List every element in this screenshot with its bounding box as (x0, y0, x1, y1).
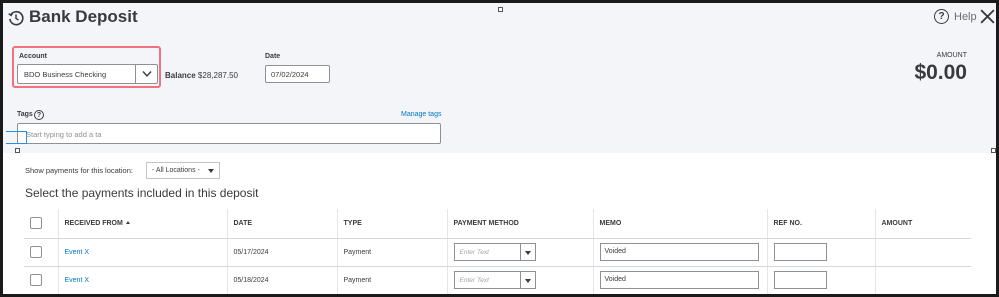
ref-no-input[interactable] (773, 271, 827, 289)
date-cell: 05/17/2024 (227, 238, 338, 267)
account-select[interactable]: BDO Business Checking (17, 64, 158, 84)
account-balance: Balance $28,287.50 (165, 71, 238, 80)
memo-input[interactable]: Voided (599, 243, 759, 261)
tags-input[interactable]: Start typing to add a ta (17, 123, 441, 144)
amount-cell (875, 238, 971, 267)
resize-handle-left[interactable] (15, 148, 20, 153)
history-icon[interactable] (7, 9, 25, 27)
help-circle-icon: ? (934, 9, 949, 24)
ref-no-cell (767, 238, 876, 267)
account-value: BDO Business Checking (24, 70, 107, 79)
type-cell: Payment (337, 266, 448, 294)
close-icon[interactable] (979, 8, 996, 25)
date-cell: 05/18/2024 (227, 266, 338, 294)
column-amount[interactable]: AMOUNT (875, 209, 971, 239)
select-divider (135, 65, 136, 83)
column-received-from[interactable]: RECEIVED FROM (58, 209, 228, 239)
dialog-title: Bank Deposit (29, 7, 138, 26)
caret-down-icon (208, 169, 214, 173)
help-button[interactable]: ? Help (934, 9, 977, 24)
table-header-row: RECEIVED FROM DATE TYPE PAYMENT METHOD M… (24, 209, 971, 239)
tags-placeholder: Start typing to add a ta (26, 130, 102, 139)
column-memo[interactable]: MEMO (593, 209, 768, 239)
date-label: Date (265, 53, 281, 60)
combo-divider (519, 244, 521, 260)
received-from-link[interactable]: Event X (65, 277, 90, 284)
column-label: RECEIVED FROM (64, 219, 123, 227)
payment-method-placeholder: Enter Text (459, 277, 489, 284)
payment-method-cell: Enter Text (447, 266, 594, 294)
tags-help-icon[interactable]: ? (34, 110, 44, 120)
payment-method-cell: Enter Text (447, 238, 594, 267)
resize-handle-top[interactable] (498, 7, 503, 12)
manage-tags-link[interactable]: Manage tags (401, 111, 441, 118)
select-all-cell (24, 209, 59, 239)
chevron-down-icon[interactable] (142, 70, 152, 78)
row-checkbox[interactable] (30, 246, 42, 258)
bank-deposit-dialog: Bank Deposit ? Help Account BDO Business… (0, 0, 999, 297)
row-checkbox-cell (24, 266, 59, 294)
help-label: Help (954, 10, 977, 23)
table-row: Event X 05/18/2024 Payment Enter Text Vo… (24, 266, 971, 294)
payments-table: RECEIVED FROM DATE TYPE PAYMENT METHOD M… (24, 209, 971, 294)
row-checkbox-cell (24, 238, 59, 267)
column-type[interactable]: TYPE (337, 209, 448, 239)
payment-method-placeholder: Enter Text (459, 249, 489, 256)
sort-up-icon (125, 221, 130, 225)
memo-cell: Voided (593, 238, 768, 267)
location-select[interactable]: - All Locations - (146, 162, 220, 179)
memo-cell: Voided (593, 266, 768, 294)
location-value: - All Locations - (152, 167, 200, 174)
amount-label: AMOUNT (936, 52, 967, 59)
select-all-checkbox[interactable] (30, 217, 42, 230)
selection-marker (6, 131, 27, 144)
amount-cell (875, 266, 971, 294)
payment-method-combo[interactable]: Enter Text (453, 271, 536, 289)
column-ref-no[interactable]: REF NO. (767, 209, 876, 239)
caret-down-icon[interactable] (524, 251, 531, 255)
received-from-link[interactable]: Event X (65, 249, 90, 256)
combo-divider (519, 272, 521, 288)
row-checkbox[interactable] (30, 274, 42, 286)
resize-handle-right[interactable] (991, 148, 996, 153)
tags-label: Tags (17, 111, 33, 118)
date-input[interactable]: 07/02/2024 (265, 65, 330, 83)
received-from-cell: Event X (58, 266, 228, 294)
column-payment-method[interactable]: PAYMENT METHOD (447, 209, 594, 239)
ref-no-cell (767, 266, 876, 294)
payment-method-combo[interactable]: Enter Text (453, 243, 536, 261)
received-from-cell: Event X (58, 238, 228, 267)
section-title: Select the payments included in this dep… (25, 186, 259, 200)
ref-no-input[interactable] (773, 243, 827, 261)
type-cell: Payment (337, 238, 448, 267)
caret-down-icon[interactable] (524, 279, 531, 283)
location-label: Show payments for this location: (25, 166, 133, 175)
table-row: Event X 05/17/2024 Payment Enter Text Vo… (24, 238, 971, 267)
column-date[interactable]: DATE (227, 209, 338, 239)
account-label: Account (19, 53, 47, 60)
amount-value: $0.00 (914, 61, 967, 84)
balance-label: Balance (165, 71, 196, 80)
memo-input[interactable]: Voided (599, 271, 759, 289)
balance-value: $28,287.50 (197, 71, 238, 80)
